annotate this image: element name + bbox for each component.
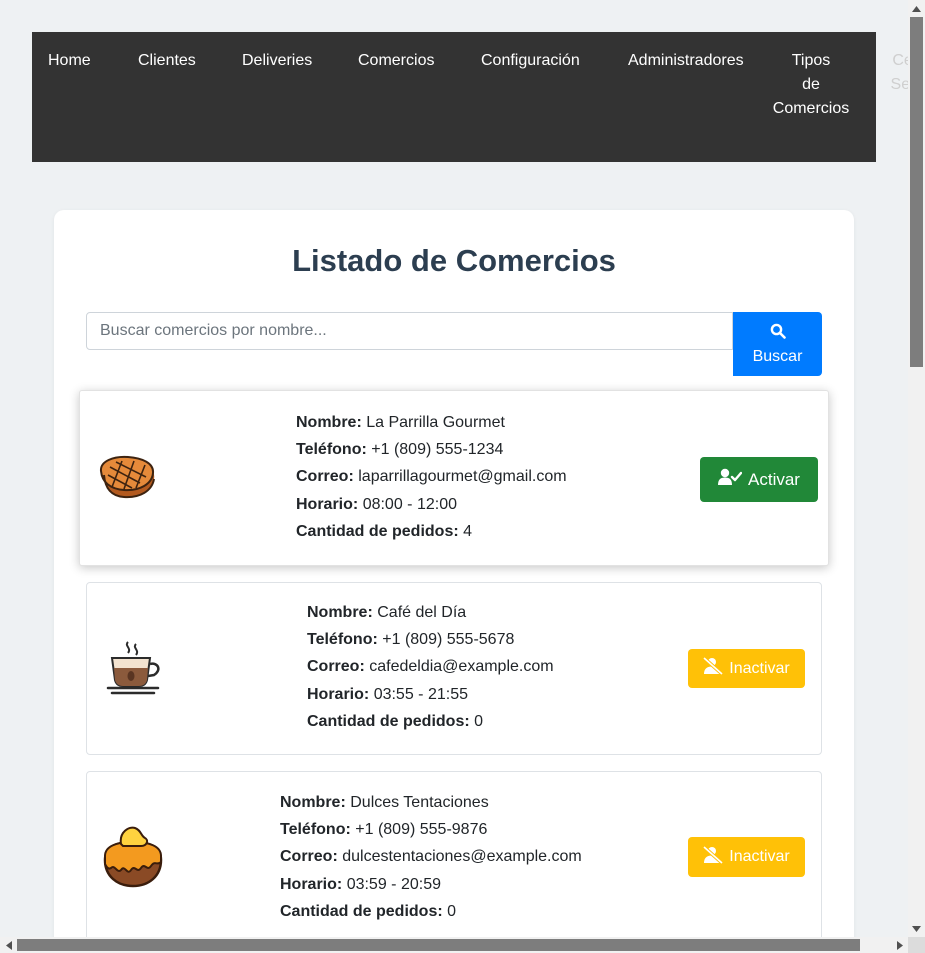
commerce-hours-row: Horario: 08:00 - 12:00 xyxy=(296,491,567,518)
field-label: Correo: xyxy=(280,848,338,866)
commerce-card: Nombre: Café del Día Teléfono: +1 (809) … xyxy=(86,582,822,755)
field-label: Nombre: xyxy=(296,414,362,431)
commerce-orders-row: Cantidad de pedidos: 0 xyxy=(307,708,554,735)
commerce-orders: 0 xyxy=(447,902,457,920)
commerce-name: Café del Día xyxy=(377,604,467,621)
scroll-left-arrow-icon[interactable] xyxy=(0,937,17,953)
nav-item-home[interactable]: Home xyxy=(48,49,91,73)
scrollbar-corner xyxy=(908,937,925,953)
field-label: Horario: xyxy=(307,685,370,703)
horizontal-scrollbar[interactable] xyxy=(0,937,908,953)
user-slash-icon xyxy=(703,845,724,869)
commerce-phone-row: Teléfono: +1 (809) 555-1234 xyxy=(296,436,567,463)
field-label: Correo: xyxy=(296,468,354,486)
commerce-email: cafedeldia@example.com xyxy=(369,658,554,676)
commerce-phone: +1 (809) 555-5678 xyxy=(382,631,515,649)
commerce-phone: +1 (809) 555-9876 xyxy=(355,821,488,839)
search-button[interactable]: Buscar xyxy=(733,312,822,376)
search-button-label: Buscar xyxy=(752,347,803,365)
field-label: Horario: xyxy=(280,875,343,893)
commerce-orders-row: Cantidad de pedidos: 4 xyxy=(296,518,567,545)
commerce-orders: 4 xyxy=(463,522,473,540)
commerce-info: Nombre: La Parrilla Gourmet Teléfono: +1… xyxy=(296,409,567,545)
nav-item-deliveries[interactable]: Deliveries xyxy=(242,49,312,73)
commerce-phone-row: Teléfono: +1 (809) 555-9876 xyxy=(280,816,582,843)
horizontal-scroll-thumb[interactable] xyxy=(17,939,860,951)
nav-item-tipos-de-comercios[interactable]: Tipos de Comercios xyxy=(768,49,854,121)
scroll-right-arrow-icon[interactable] xyxy=(891,937,908,953)
activate-button[interactable]: Activar xyxy=(700,457,818,502)
field-label: Teléfono: xyxy=(280,821,351,839)
deactivate-button[interactable]: Inactivar xyxy=(688,649,805,688)
commerce-name: Dulces Tentaciones xyxy=(350,794,489,811)
nav-item-clientes[interactable]: Clientes xyxy=(138,49,196,73)
commerce-name-row: Nombre: Dulces Tentaciones xyxy=(280,789,582,816)
nav-item-cerrar-sesion[interactable]: Cerrar Sesión xyxy=(880,49,908,97)
field-label: Horario: xyxy=(296,495,359,513)
user-check-icon xyxy=(718,468,743,491)
commerce-hours: 03:59 - 20:59 xyxy=(346,875,441,893)
commerce-card: Nombre: La Parrilla Gourmet Teléfono: +1… xyxy=(79,390,829,566)
main-navbar: Home Clientes Deliveries Comercios Confi… xyxy=(32,32,908,162)
commerce-email: laparrillagourmet@gmail.com xyxy=(358,468,567,486)
search-icon xyxy=(770,323,786,344)
commerce-name-row: Nombre: La Parrilla Gourmet xyxy=(296,409,567,436)
commerce-email: dulcestentaciones@example.com xyxy=(342,848,582,866)
nav-item-configuracion[interactable]: Configuración xyxy=(481,49,580,73)
deactivate-button-label: Inactivar xyxy=(729,659,790,677)
commerce-phone: +1 (809) 555-1234 xyxy=(371,441,504,459)
commerce-info: Nombre: Café del Día Teléfono: +1 (809) … xyxy=(307,599,554,735)
page-title: Listado de Comercios xyxy=(292,243,616,278)
commerce-phone-row: Teléfono: +1 (809) 555-5678 xyxy=(307,626,554,653)
dessert-icon xyxy=(101,824,165,895)
field-label: Nombre: xyxy=(307,604,373,621)
commerce-hours-row: Horario: 03:55 - 21:55 xyxy=(307,681,554,708)
deactivate-button[interactable]: Inactivar xyxy=(688,837,805,877)
field-label: Cantidad de pedidos: xyxy=(296,522,459,540)
vertical-scroll-thumb[interactable] xyxy=(910,17,923,367)
user-slash-icon xyxy=(703,656,724,680)
vertical-scrollbar[interactable] xyxy=(908,0,925,937)
field-label: Correo: xyxy=(307,658,365,676)
field-label: Nombre: xyxy=(280,794,346,811)
field-label: Cantidad de pedidos: xyxy=(280,902,443,920)
activate-button-label: Activar xyxy=(748,469,800,489)
commerce-email-row: Correo: dulcestentaciones@example.com xyxy=(280,843,582,870)
commerce-hours: 03:55 - 21:55 xyxy=(373,685,468,703)
commerce-orders-row: Cantidad de pedidos: 0 xyxy=(280,898,582,925)
browser-viewport: Home Clientes Deliveries Comercios Confi… xyxy=(0,0,908,937)
commerce-name-row: Nombre: Café del Día xyxy=(307,599,554,626)
steak-icon xyxy=(96,453,158,508)
commerce-name: La Parrilla Gourmet xyxy=(366,414,505,431)
search-input[interactable] xyxy=(86,312,733,350)
nav-item-comercios[interactable]: Comercios xyxy=(358,49,434,73)
deactivate-button-label: Inactivar xyxy=(729,848,790,865)
commerce-card: Nombre: Dulces Tentaciones Teléfono: +1 … xyxy=(86,771,822,937)
scroll-down-arrow-icon[interactable] xyxy=(908,920,925,937)
nav-item-administradores[interactable]: Administradores xyxy=(628,49,744,73)
field-label: Cantidad de pedidos: xyxy=(307,712,470,730)
commerce-hours: 08:00 - 12:00 xyxy=(362,495,457,513)
coffee-cup-icon xyxy=(106,640,166,701)
commerce-info: Nombre: Dulces Tentaciones Teléfono: +1 … xyxy=(280,789,582,925)
scroll-up-arrow-icon[interactable] xyxy=(908,0,925,17)
commerce-orders: 0 xyxy=(474,712,484,730)
commerce-email-row: Correo: cafedeldia@example.com xyxy=(307,653,554,680)
field-label: Teléfono: xyxy=(307,631,378,649)
field-label: Teléfono: xyxy=(296,441,367,459)
commerce-hours-row: Horario: 03:59 - 20:59 xyxy=(280,871,582,898)
commerce-email-row: Correo: laparrillagourmet@gmail.com xyxy=(296,463,567,490)
